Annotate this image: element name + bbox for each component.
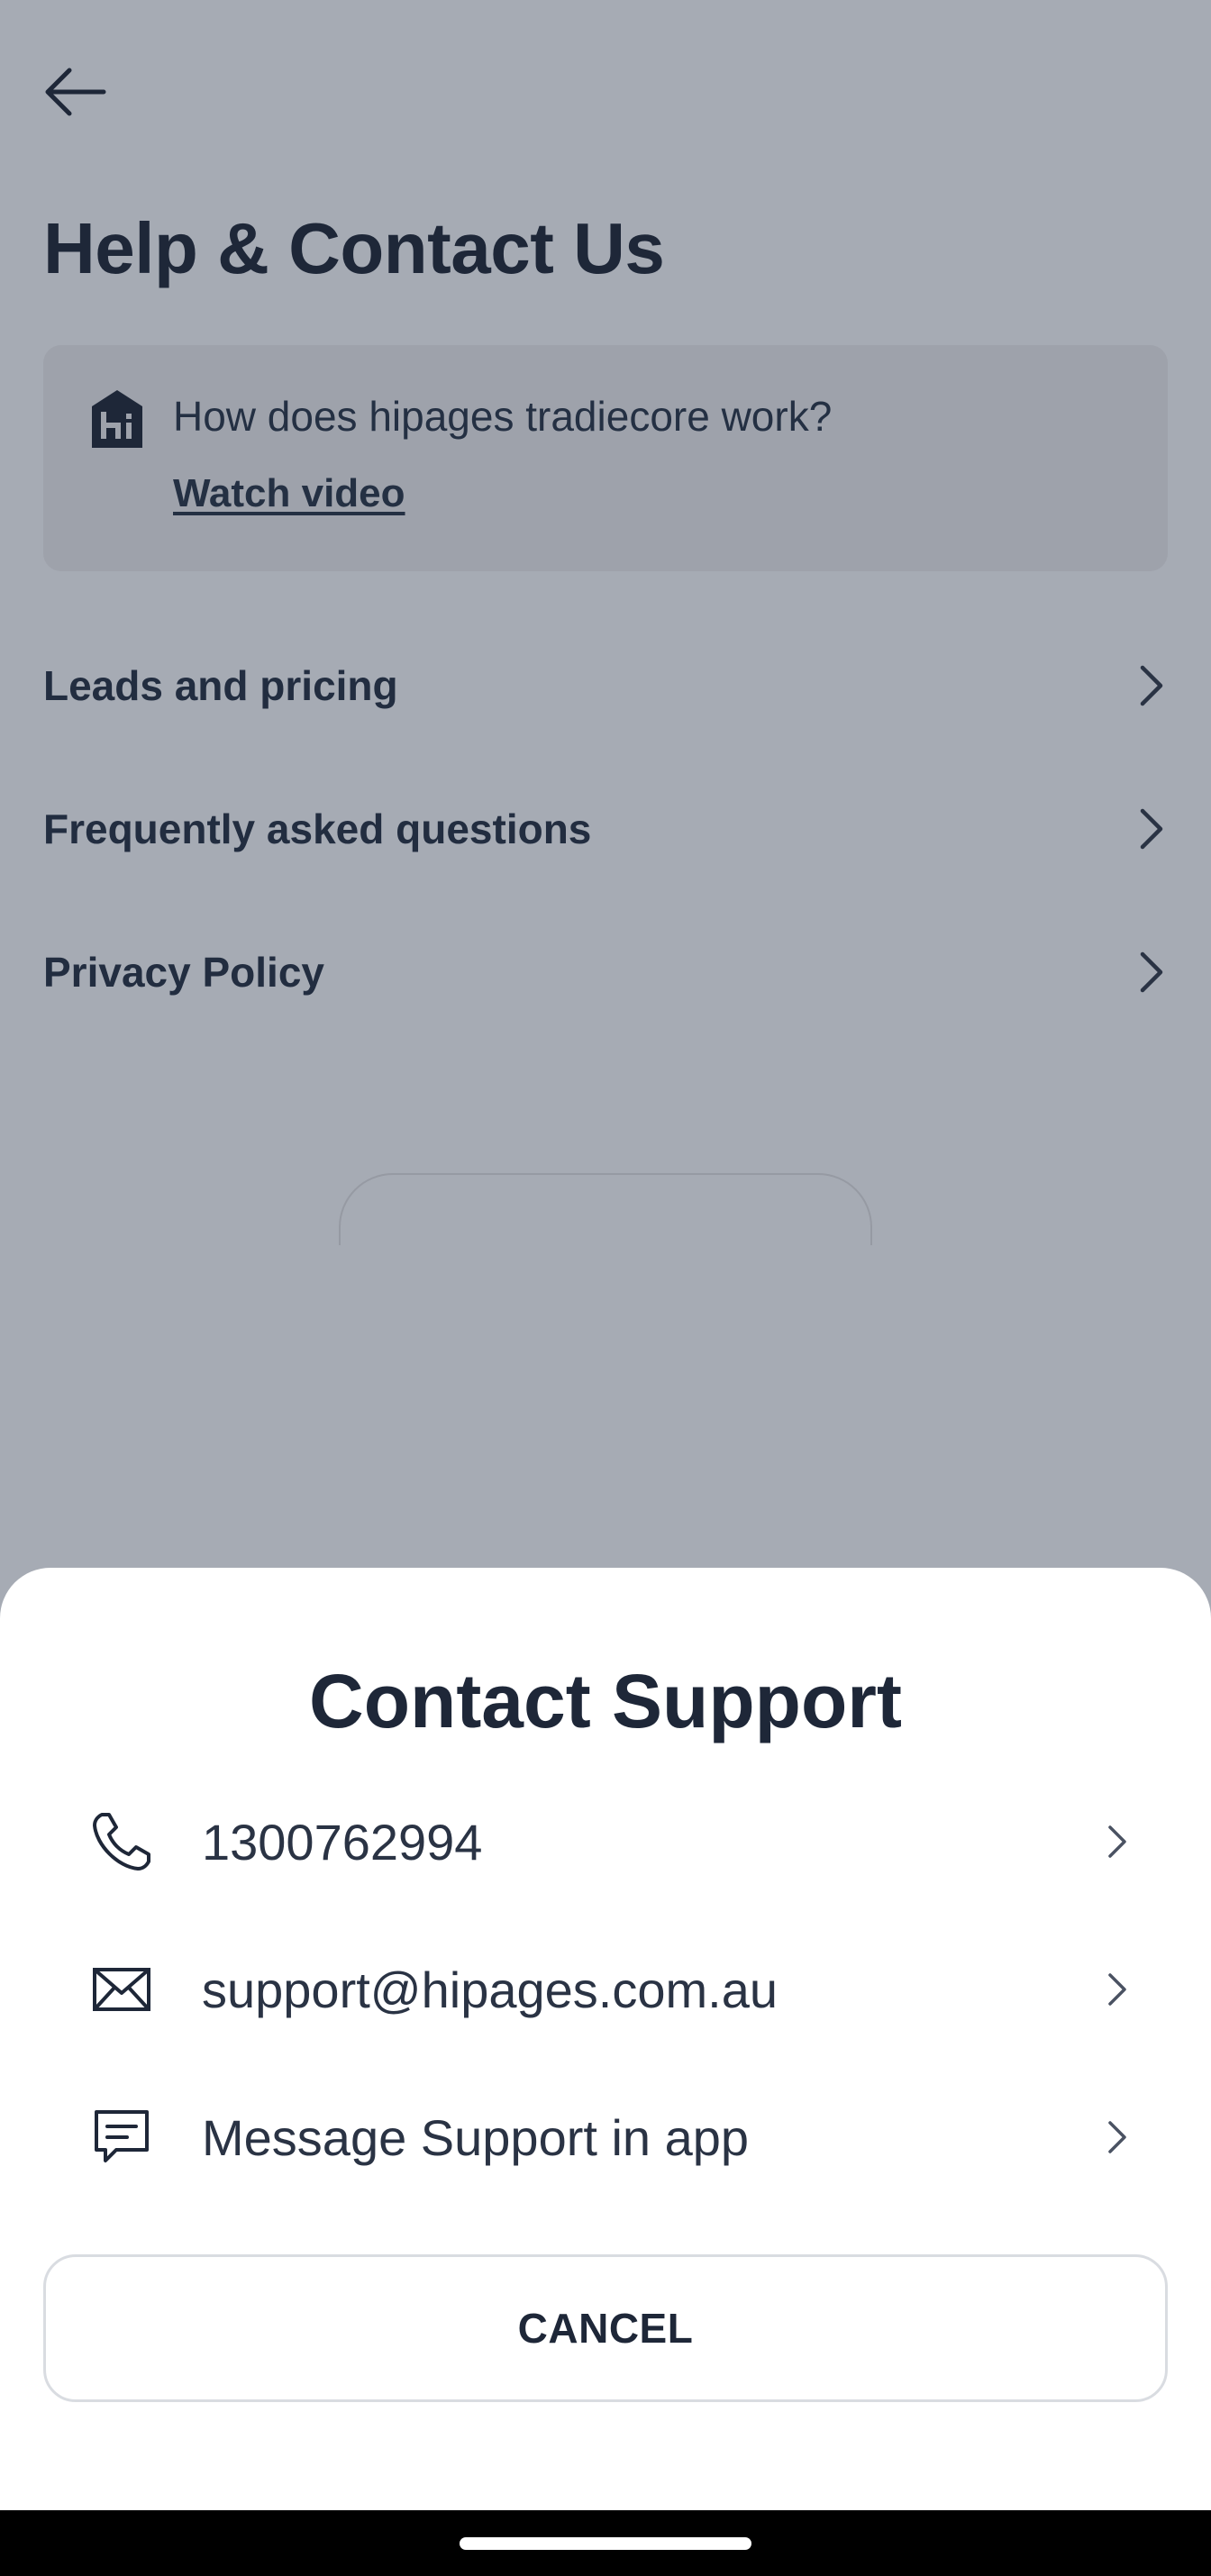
chevron-right-icon	[1140, 808, 1163, 850]
contact-support-sheet: Contact Support 1300762994 support@hipag…	[0, 1568, 1211, 2510]
chevron-right-icon	[1108, 1825, 1126, 1858]
menu-item-faq[interactable]: Frequently asked questions	[43, 779, 1168, 878]
menu-item-leads-pricing[interactable]: Leads and pricing	[43, 636, 1168, 735]
phone-option[interactable]: 1300762994	[81, 1788, 1130, 1896]
system-nav-bar	[0, 2510, 1211, 2576]
mail-icon	[81, 1949, 162, 2030]
home-indicator[interactable]	[460, 2537, 751, 2550]
video-card[interactable]: How does hipages tradiecore work? Watch …	[43, 345, 1168, 571]
menu-item-privacy-policy[interactable]: Privacy Policy	[43, 923, 1168, 1022]
cancel-button[interactable]: CANCEL	[43, 2254, 1168, 2402]
contact-support-button-obscured	[339, 1173, 872, 1245]
watch-video-link[interactable]: Watch video	[173, 471, 405, 516]
arrow-left-icon	[45, 68, 106, 116]
page-title: Help & Contact Us	[43, 208, 665, 288]
phone-icon	[81, 1801, 162, 1882]
chevron-right-icon	[1108, 2121, 1126, 2153]
email-option[interactable]: support@hipages.com.au	[81, 1935, 1130, 2044]
support-email: support@hipages.com.au	[202, 1961, 778, 2018]
menu-item-label: Privacy Policy	[43, 949, 324, 996]
phone-number: 1300762994	[202, 1813, 483, 1871]
hipages-logo-icon	[92, 390, 142, 448]
menu-item-label: Leads and pricing	[43, 662, 398, 709]
message-icon	[81, 2097, 162, 2178]
message-option[interactable]: Message Support in app	[81, 2083, 1130, 2191]
back-button[interactable]	[36, 56, 114, 128]
message-support-label: Message Support in app	[202, 2108, 750, 2166]
video-question: How does hipages tradiecore work?	[173, 393, 833, 440]
menu-item-label: Frequently asked questions	[43, 806, 592, 852]
chevron-right-icon	[1140, 665, 1163, 706]
help-contact-screen: Help & Contact Us How does hipages tradi…	[0, 0, 1211, 2576]
sheet-title: Contact Support	[309, 1659, 902, 1743]
chevron-right-icon	[1140, 951, 1163, 993]
chevron-right-icon	[1108, 1973, 1126, 2006]
